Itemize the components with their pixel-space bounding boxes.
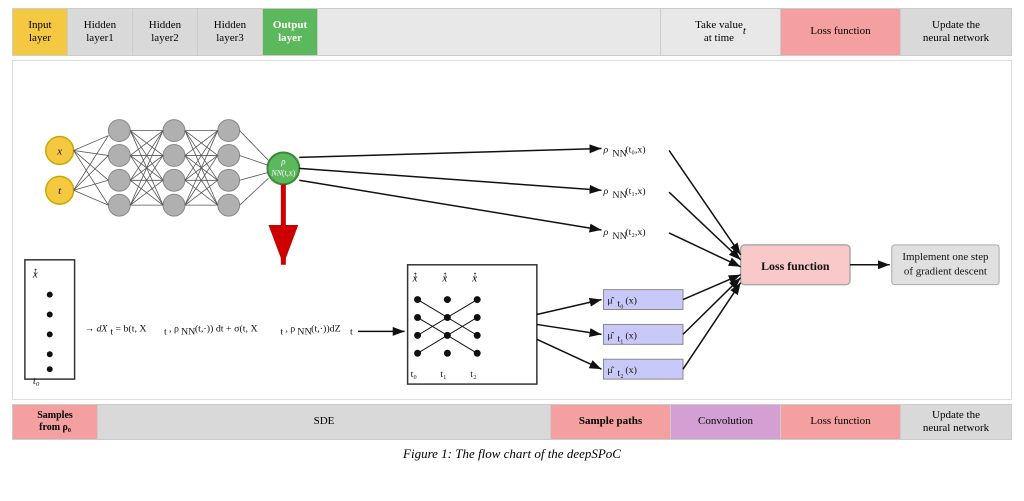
svg-text:t₂: t₂ [617,368,623,379]
header-input: Inputlayer [13,9,68,55]
svg-text:t₀: t₀ [411,369,417,380]
svg-text:(x): (x) [625,296,637,307]
svg-text:dX: dX [96,323,108,334]
svg-text:x: x [56,145,62,157]
svg-text:↑: ↑ [413,270,418,282]
svg-text:t: t [280,326,283,337]
svg-text:NN(t,x): NN(t,x) [270,168,295,177]
header-loss: Loss function [781,9,901,55]
footer-update: Update theneural network [901,405,1011,439]
svg-text:(t₀,x): (t₀,x) [625,144,645,155]
svg-text:, ρ: , ρ [169,323,179,334]
header-spacer [318,9,661,55]
header-hidden1: Hiddenlayer1 [68,9,133,55]
svg-text:↑: ↑ [33,266,38,278]
footer-loss: Loss function [781,405,901,439]
svg-text:t₀: t₀ [617,299,623,310]
svg-text:of gradient descent: of gradient descent [904,266,987,278]
svg-text:t₂: t₂ [470,369,476,380]
svg-text:↑: ↑ [472,270,477,282]
svg-text:Implement one step: Implement one step [902,251,989,263]
svg-text:(t₁,x): (t₁,x) [625,186,645,197]
svg-text:ρ: ρ [602,144,608,155]
footer-samples: Samplesfrom ρ₀ [13,405,98,439]
svg-text:↑: ↑ [442,270,447,282]
svg-text:NN: NN [297,326,311,337]
header-hidden2: Hiddenlayer2 [133,9,198,55]
svg-text:(x): (x) [625,330,637,341]
svg-text:ρ: ρ [280,156,286,166]
svg-text:NN: NN [181,326,195,337]
header-bar: Inputlayer Hiddenlayer1 Hiddenlayer2 Hid… [12,8,1012,56]
footer-conv: Convolution [671,405,781,439]
svg-text:t: t [110,326,113,337]
footer-sde: SDE [98,405,551,439]
svg-text:ρ: ρ [602,186,608,197]
svg-text:, ρ: , ρ [285,323,295,334]
header-takeval: Take valueat time t [661,9,781,55]
figure-caption: Figure 1: The flow chart of the deepSPoC [12,446,1012,462]
svg-text:t₁: t₁ [440,369,446,380]
main-diagram: x t ρ NN(t,x) [12,60,1012,400]
svg-text:(t,·)) dt + σ(t, X: (t,·)) dt + σ(t, X [195,323,258,334]
figure-container: Inputlayer Hiddenlayer1 Hiddenlayer2 Hid… [12,8,1012,462]
svg-text:(t,·))dZ: (t,·))dZ [311,323,341,334]
svg-text:t₀: t₀ [33,375,40,387]
header-update: Update theneural network [901,9,1011,55]
svg-text:t: t [164,326,167,337]
header-output: Outputlayer [263,9,318,55]
svg-text:→: → [85,323,95,334]
svg-text:(x): (x) [625,365,637,376]
footer-bar: Samplesfrom ρ₀ SDE Sample paths Convolut… [12,404,1012,440]
svg-text:t₁: t₁ [617,333,623,344]
svg-text:t: t [350,326,353,337]
svg-text:(t₂,x): (t₂,x) [625,227,645,238]
svg-text:= b(t, X: = b(t, X [115,323,146,334]
svg-text:Loss function: Loss function [761,259,830,273]
footer-paths: Sample paths [551,405,671,439]
header-hidden3: Hiddenlayer3 [198,9,263,55]
svg-text:ρ: ρ [602,227,608,238]
